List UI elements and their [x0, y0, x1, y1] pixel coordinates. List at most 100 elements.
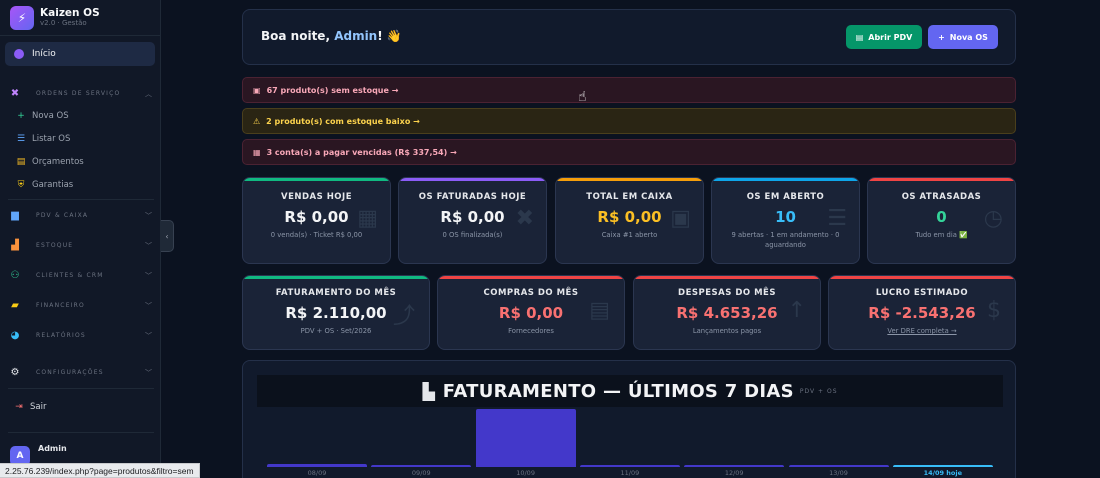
logout-label: Sair: [30, 402, 47, 412]
divider: [8, 388, 154, 389]
card-title: OS FATURADAS HOJE: [418, 192, 527, 202]
card-accent: [712, 178, 859, 181]
greeting-suffix: ! 👋: [377, 29, 402, 43]
plus-icon: +: [938, 32, 945, 42]
browser-status-url: 2.25.76.239/index.php?page=produtos&filt…: [0, 463, 200, 478]
chart-title: FATURAMENTO — ÚLTIMOS 7 DIAS: [442, 380, 794, 402]
shield-icon: ⛨: [17, 180, 25, 190]
card-watermark-icon: ✖: [515, 206, 534, 231]
sidebar-section-financeiro[interactable]: ▰ FINANCEIRO ﹀: [10, 300, 152, 311]
card-accent: [438, 276, 624, 279]
open-pdv-button[interactable]: ▤ Abrir PDV: [846, 25, 922, 49]
sidebar-section-ordens[interactable]: ✖ ORDENS DE SERVIÇO ︿: [10, 88, 152, 99]
users-icon: ⚇: [10, 270, 20, 281]
card-accent: [634, 276, 820, 279]
card-title: FATURAMENTO DO MÊS: [275, 288, 397, 298]
chart-x-label: 14/09 hoje: [923, 469, 963, 477]
sidebar-item-label: Garantias: [32, 180, 74, 190]
bar-chart-icon: ▙: [422, 381, 435, 401]
card-title: VENDAS HOJE: [280, 192, 353, 202]
card-subtext: Caixa #1 aberto: [601, 231, 658, 239]
card-watermark-icon: ⤴: [392, 304, 415, 329]
card-watermark-icon: ◷: [983, 206, 1003, 231]
greeting-prefix: Boa noite,: [261, 29, 335, 43]
chevron-down-icon: ﹀: [145, 211, 152, 220]
sidebar-section-config[interactable]: ⚙ CONFIGURAÇÕES ﹀: [10, 367, 152, 378]
card-title: COMPRAS DO MÊS: [483, 288, 579, 298]
sidebar-item-label: Listar OS: [32, 134, 71, 144]
sidebar-section-pdv[interactable]: ▆ PDV & CAIXA ﹀: [10, 210, 152, 221]
tools-icon: ✖: [10, 88, 20, 99]
stat-card: LUCRO ESTIMADO R$ -2.543,26 Ver DRE comple…: [828, 275, 1016, 350]
chart-x-label: 08/09: [307, 469, 327, 477]
alert-out-of-stock[interactable]: ▣ 67 produto(s) sem estoque →: [242, 77, 1016, 103]
stat-card: OS EM ABERTO 10 9 abertas · 1 em andamento…: [711, 177, 860, 264]
sidebar-item-orcamentos[interactable]: ▤ Orçamentos: [16, 157, 84, 167]
revenue-chart: ▙ FATURAMENTO — ÚLTIMOS 7 DIAS PDV + OS …: [242, 360, 1016, 478]
alert-low-stock[interactable]: ⚠ 2 produto(s) com estoque baixo →: [242, 108, 1016, 134]
sidebar-section-estoque[interactable]: ▟ ESTOQUE ﹀: [10, 240, 152, 251]
stat-card: DESPESAS DO MÊS R$ 4.653,26 Lançamentos pa…: [633, 275, 821, 350]
sidebar-section-relatorios[interactable]: ◕ RELATÓRIOS ﹀: [10, 330, 152, 341]
chart-bar[interactable]: [892, 465, 993, 467]
card-subtext[interactable]: Ver DRE completa →: [839, 327, 1005, 337]
plus-icon: +: [17, 111, 25, 121]
sidebar-section-clientes[interactable]: ⚇ CLIENTES & CRM ﹀: [10, 270, 152, 281]
chart-x-label: 11/09: [620, 469, 640, 477]
calendar-icon: ▦: [253, 147, 261, 157]
card-accent: [829, 276, 1015, 279]
pie-chart-icon: ◕: [10, 330, 20, 341]
boxes-icon: ▟: [11, 240, 19, 251]
section-label: PDV & CAIXA: [36, 212, 89, 219]
sidebar-item-listar-os[interactable]: ☰ Listar OS: [16, 134, 70, 144]
sidebar: ⚡ Kaizen OS v2.0 · Gestão Início ✖ ORDEN…: [0, 0, 161, 478]
new-os-label: Nova OS: [949, 32, 988, 42]
card-subtext: 9 abertas · 1 em andamento · 0 aguardand…: [731, 231, 840, 249]
card-accent: [243, 178, 390, 181]
chart-tag: PDV + OS: [799, 387, 838, 395]
chart-bar[interactable]: [371, 465, 472, 467]
chart-bar[interactable]: [475, 409, 576, 467]
chart-bar[interactable]: [684, 465, 785, 467]
alert-text: 67 produto(s) sem estoque →: [266, 85, 399, 95]
gear-icon: ⚙: [10, 367, 20, 378]
card-title: DESPESAS DO MÊS: [678, 288, 776, 298]
sidebar-collapse-toggle[interactable]: ‹: [161, 220, 174, 252]
stat-card: OS ATRASADAS 0 Tudo em dia ✅ ◷: [867, 177, 1016, 264]
sidebar-item-label: Orçamentos: [32, 157, 84, 167]
card-accent: [556, 178, 703, 181]
alert-overdue-bills[interactable]: ▦ 3 conta(s) a pagar vencidas (R$ 337,54…: [242, 139, 1016, 165]
sidebar-item-inicio[interactable]: Início: [5, 42, 155, 66]
chevron-down-icon: ﹀: [145, 271, 152, 280]
sidebar-item-nova-os[interactable]: + Nova OS: [16, 111, 68, 121]
chart-bar[interactable]: [267, 463, 367, 467]
stat-card: VENDAS HOJE R$ 0,00 0 venda(s) · Ticket R$…: [242, 177, 391, 264]
user-name: Admin: [38, 444, 67, 453]
cash-register-icon: ▆: [11, 210, 19, 221]
stat-card: FATURAMENTO DO MÊS R$ 2.110,00 PDV + OS · …: [242, 275, 430, 350]
file-icon: ▤: [855, 32, 864, 42]
stat-card: COMPRAS DO MÊS R$ 0,00 Fornecedores ▤: [437, 275, 625, 350]
box-icon: ▣: [253, 85, 261, 95]
stat-card: OS FATURADAS HOJE R$ 0,00 0 OS finalizada(…: [398, 177, 547, 264]
app-version: v2.0 · Gestão: [40, 19, 87, 28]
card-title: OS ATRASADAS: [901, 192, 982, 202]
chevron-down-icon: ﹀: [145, 331, 152, 340]
chart-x-label: 12/09: [724, 469, 744, 477]
logout-button[interactable]: ⇥ Sair: [14, 402, 46, 412]
chart-bar[interactable]: [579, 465, 680, 467]
chevron-down-icon: ﹀: [145, 241, 152, 250]
logout-icon: ⇥: [15, 402, 23, 412]
card-accent: [399, 178, 546, 181]
brand[interactable]: ⚡ Kaizen OS v2.0 · Gestão: [0, 0, 160, 36]
card-title: LUCRO ESTIMADO: [875, 288, 969, 298]
section-label: CLIENTES & CRM: [36, 272, 104, 279]
open-pdv-label: Abrir PDV: [868, 32, 913, 42]
new-os-button[interactable]: + Nova OS: [928, 25, 998, 49]
section-label: ORDENS DE SERVIÇO: [36, 90, 121, 97]
chart-bar[interactable]: [788, 465, 889, 467]
alert-text: 2 produto(s) com estoque baixo →: [266, 116, 420, 126]
card-watermark-icon: ☰: [827, 206, 847, 231]
sidebar-item-label: Início: [32, 49, 56, 59]
sidebar-item-garantias[interactable]: ⛨ Garantias: [16, 180, 74, 190]
